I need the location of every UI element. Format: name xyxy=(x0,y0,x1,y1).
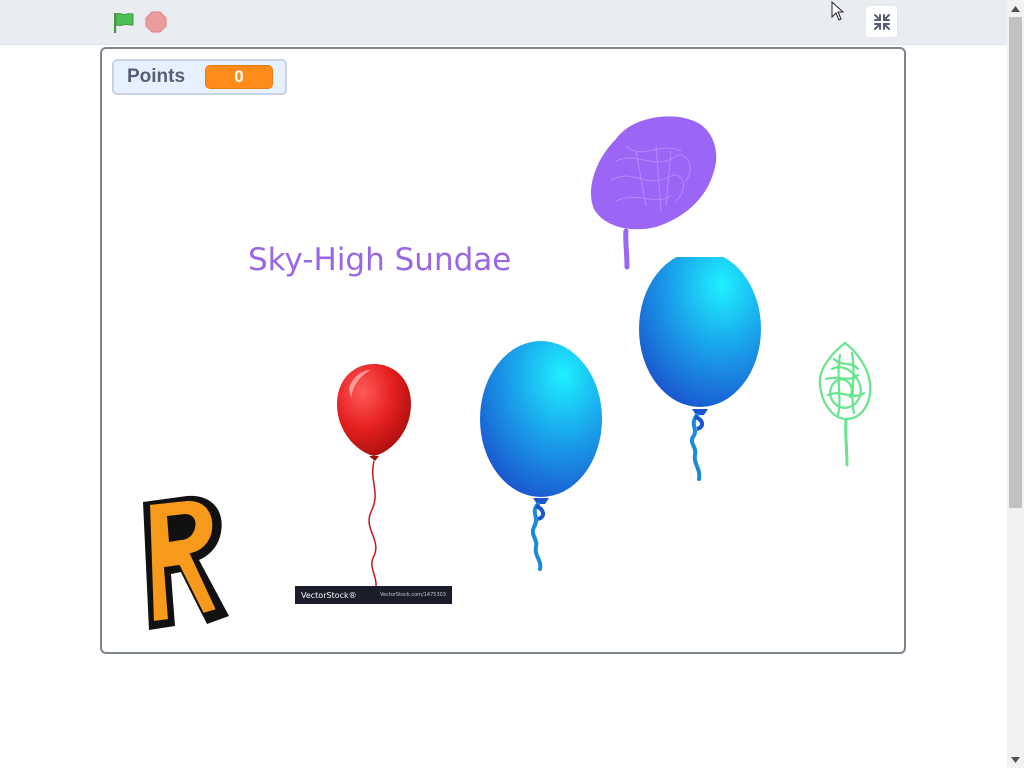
stop-button[interactable] xyxy=(144,10,168,34)
green-flag-icon xyxy=(114,12,134,33)
stop-sign-icon xyxy=(145,11,167,33)
blue-balloon-middle[interactable] xyxy=(478,341,604,578)
caret-up-icon xyxy=(1011,5,1020,12)
scroll-up-button[interactable] xyxy=(1007,0,1024,17)
vectorstock-watermark: VectorStock® VectorStock.com/1475303 xyxy=(295,586,452,604)
mouse-cursor-icon xyxy=(831,0,845,23)
red-balloon[interactable] xyxy=(333,362,415,592)
purple-scribble-balloon[interactable] xyxy=(586,111,722,278)
stage-header xyxy=(0,0,1007,45)
watermark-url: VectorStock.com/1475303 xyxy=(380,592,446,598)
letter-r-sprite[interactable] xyxy=(137,492,233,637)
scrollbar-thumb[interactable] xyxy=(1009,17,1022,508)
watermark-brand: VectorStock® xyxy=(301,590,357,600)
caret-down-icon xyxy=(1011,756,1020,763)
green-scribble-balloon[interactable] xyxy=(812,339,878,476)
page-scrollbar[interactable] xyxy=(1007,0,1024,768)
exit-fullscreen-button[interactable] xyxy=(865,5,898,38)
blue-balloon-upper[interactable] xyxy=(637,251,763,494)
points-label: Points xyxy=(127,66,186,87)
game-title: Sky-High Sundae xyxy=(248,242,512,278)
game-stage[interactable]: Points 0 Sky-High Sundae VectorStock® Ve… xyxy=(100,47,906,654)
points-monitor: Points 0 xyxy=(112,59,287,95)
exit-fullscreen-icon xyxy=(873,13,890,30)
points-value: 0 xyxy=(205,65,273,89)
green-flag-button[interactable] xyxy=(111,10,137,36)
scroll-down-button[interactable] xyxy=(1007,751,1024,768)
